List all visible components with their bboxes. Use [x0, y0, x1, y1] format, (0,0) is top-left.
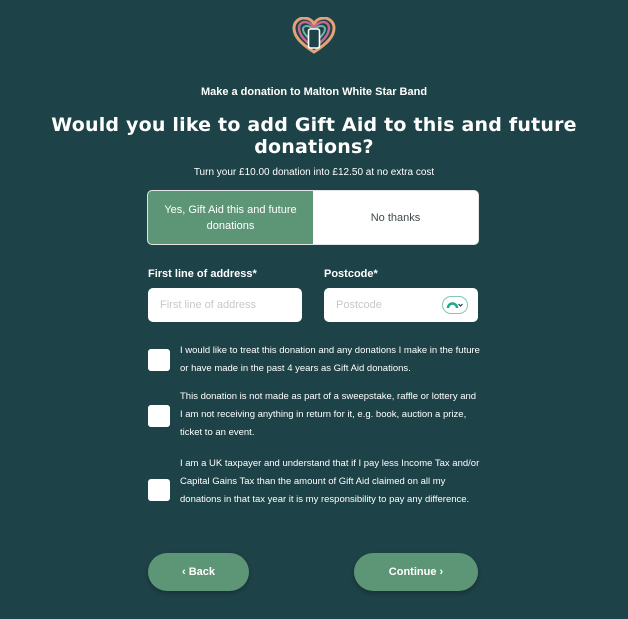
- address-label: First line of address*: [148, 268, 257, 280]
- gift-aid-toggle: Yes, Gift Aid this and future donations …: [148, 191, 478, 244]
- gift-aid-offer-text: Turn your £10.00 donation into £12.50 at…: [193, 167, 435, 178]
- declaration-checkbox-1[interactable]: [148, 349, 170, 371]
- gift-aid-no-thanks-option[interactable]: No thanks: [313, 191, 478, 244]
- declaration-checkbox-3[interactable]: [148, 479, 170, 501]
- back-button[interactable]: ‹ Back: [148, 553, 249, 591]
- donation-subtitle: Make a donation to Malton White Star Ban…: [200, 86, 428, 98]
- declaration-text-2: This donation is not made as part of a s…: [180, 391, 477, 438]
- postcode-label: Postcode*: [324, 268, 378, 280]
- declaration-checkbox-2[interactable]: [148, 405, 170, 427]
- postcode-lookup-icon[interactable]: [442, 296, 468, 314]
- address-input[interactable]: First line of address: [148, 288, 302, 322]
- page-title: Would you like to add Gift Aid to this a…: [51, 114, 577, 158]
- declaration-text-3: I am a UK taxpayer and understand that i…: [180, 458, 480, 505]
- rainbow-heart-phone-icon: [292, 17, 336, 54]
- gift-aid-yes-option[interactable]: Yes, Gift Aid this and future donations: [148, 191, 313, 244]
- postcode-input[interactable]: Postcode: [324, 288, 478, 322]
- continue-button[interactable]: Continue ›: [354, 553, 478, 591]
- postcode-placeholder: Postcode: [336, 299, 382, 311]
- declaration-text-1: I would like to treat this donation and …: [180, 345, 480, 374]
